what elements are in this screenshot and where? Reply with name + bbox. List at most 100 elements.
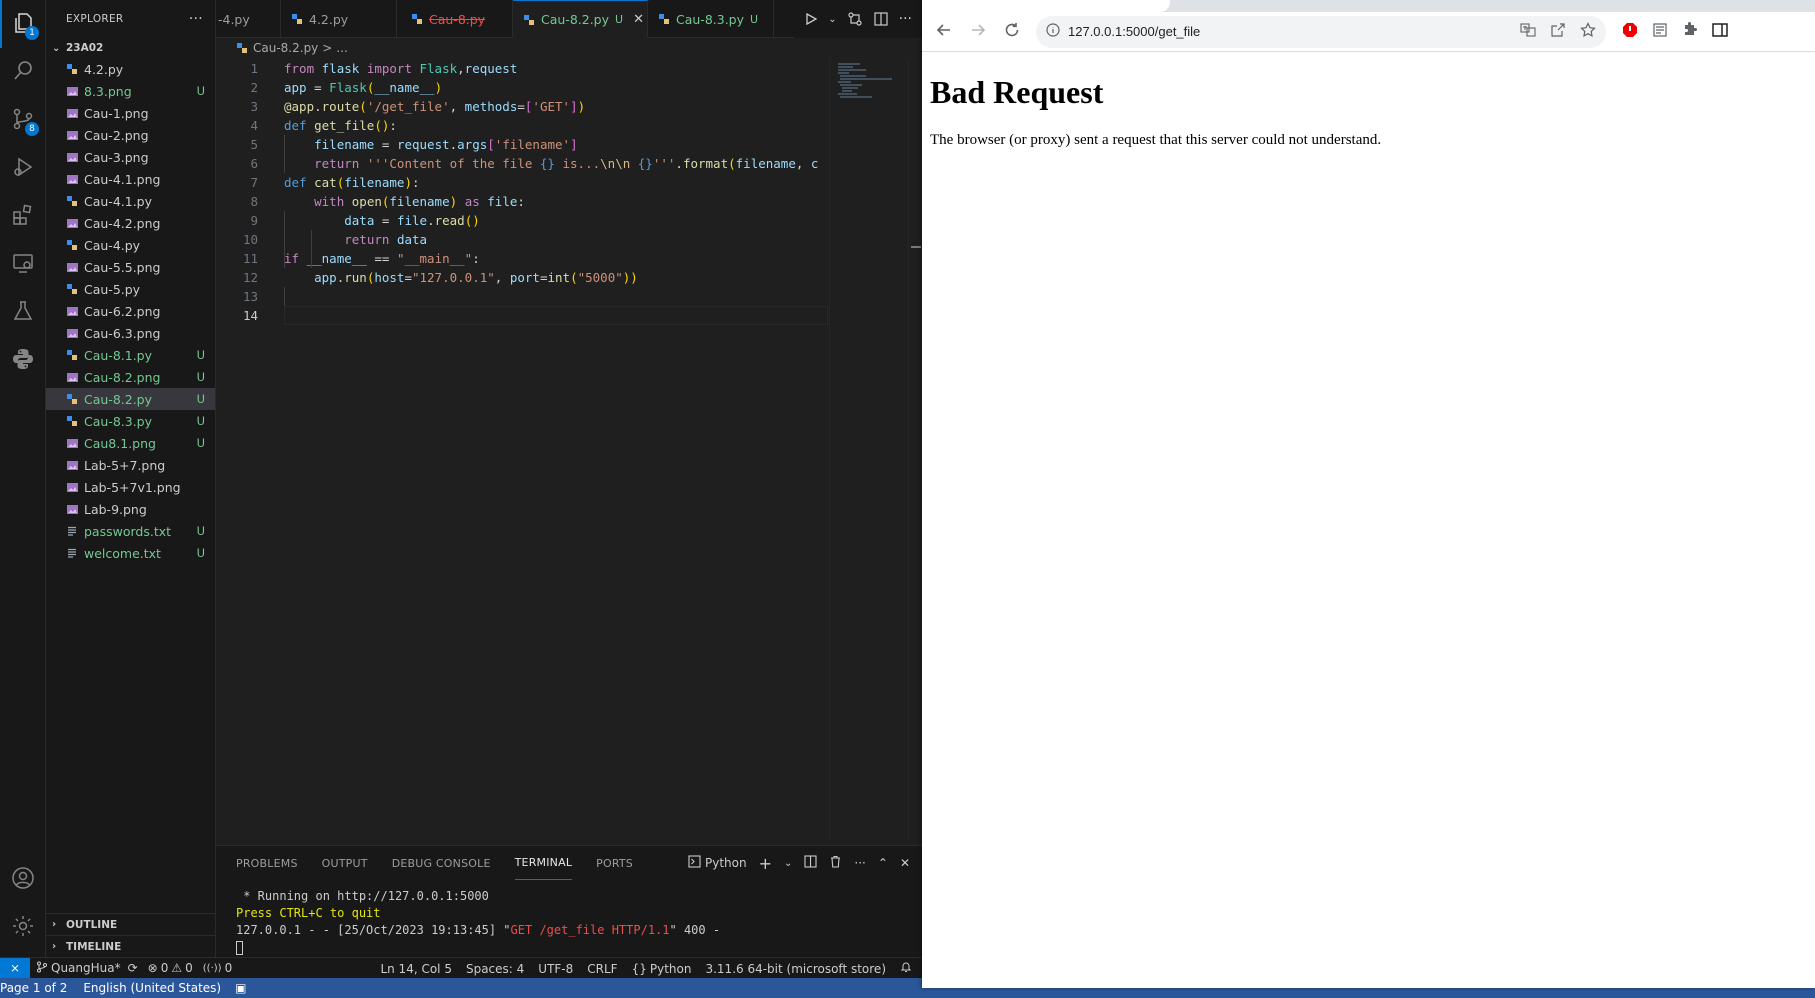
explorer-more-button[interactable]: ··· — [189, 11, 203, 27]
file-item[interactable]: Cau8.1.png U — [46, 432, 215, 454]
adblock-extension-icon[interactable] — [1622, 22, 1638, 41]
panel-tab-output[interactable]: OUTPUT — [322, 846, 368, 880]
file-item[interactable]: 8.3.png U — [46, 80, 215, 102]
encoding[interactable]: UTF-8 — [538, 962, 573, 976]
ports-item[interactable]: ((·)) 0 — [203, 961, 232, 975]
file-item[interactable]: Cau-5.py — [46, 278, 215, 300]
proofing-language[interactable]: English (United States) — [83, 981, 221, 995]
reader-extension-icon[interactable] — [1652, 22, 1668, 41]
close-icon[interactable]: ✕ — [633, 12, 644, 27]
remote-indicator[interactable]: ⨯ — [0, 957, 30, 978]
tab-cau-8-3py[interactable]: Cau-8.3.py U — [648, 0, 774, 38]
cursor-position[interactable]: Ln 14, Col 5 — [380, 962, 452, 976]
workspace-folder[interactable]: ⌄ 23A02 — [46, 38, 215, 58]
file-item[interactable]: Cau-3.png — [46, 146, 215, 168]
compare-changes-icon[interactable] — [847, 11, 863, 27]
tab-cau-8-2py[interactable]: Cau-8.2.py U ✕ — [513, 0, 648, 38]
file-name: Cau-4.py — [84, 237, 141, 253]
chevron-down-icon[interactable]: ⌄ — [828, 14, 836, 25]
file-item[interactable]: Cau-4.py — [46, 234, 215, 256]
breadcrumb-tail[interactable]: ... — [336, 41, 347, 55]
bell-icon[interactable] — [900, 961, 912, 976]
sync-icon[interactable]: ⟳ — [128, 961, 138, 975]
tab-4-2py[interactable]: 4.2.py — [281, 0, 397, 38]
chevron-down-icon[interactable]: ⌄ — [784, 858, 792, 869]
browser-active-tab[interactable] — [922, 0, 1170, 12]
puzzle-icon[interactable] — [1682, 22, 1698, 41]
testing-activity-button[interactable] — [0, 288, 46, 336]
source-control-activity-button[interactable]: 8 — [0, 96, 46, 144]
search-activity-button[interactable] — [0, 48, 46, 96]
translate-icon[interactable] — [1520, 22, 1536, 41]
file-item[interactable]: Lab-9.png — [46, 498, 215, 520]
branch-item[interactable]: QuangHua* ⟳ — [36, 961, 138, 976]
tab-cau-8py[interactable]: Cau-8.py — [397, 0, 513, 38]
chevron-up-icon[interactable]: ⌃ — [878, 856, 888, 870]
panel-tab-problems[interactable]: PROBLEMS — [236, 846, 298, 880]
file-item[interactable]: 4.2.py — [46, 58, 215, 80]
file-item[interactable]: Cau-1.png — [46, 102, 215, 124]
split-editor-icon[interactable] — [873, 11, 889, 27]
editor-scrollbar[interactable] — [908, 59, 922, 839]
forward-button[interactable] — [962, 16, 994, 48]
file-item[interactable]: Cau-5.5.png — [46, 256, 215, 278]
new-terminal-icon[interactable]: + — [759, 854, 772, 873]
accessibility-icon[interactable]: ▣ — [235, 981, 246, 995]
split-terminal-icon[interactable] — [804, 855, 817, 871]
text-file-icon — [64, 523, 80, 539]
file-item[interactable]: Cau-2.png — [46, 124, 215, 146]
file-item[interactable]: welcome.txt U — [46, 542, 215, 564]
accounts-activity-button[interactable] — [0, 855, 46, 903]
code-editor[interactable]: 1 from flask import Flask,request 2 app = F… — [216, 59, 828, 839]
file-item[interactable]: Cau-8.2.py U — [46, 388, 215, 410]
bookmark-star-icon[interactable] — [1580, 22, 1596, 41]
more-actions-icon[interactable]: ··· — [854, 856, 865, 870]
reload-button[interactable] — [996, 16, 1028, 48]
close-icon[interactable]: ✕ — [900, 856, 910, 870]
address-bar[interactable]: 127.0.0.1:5000/get_file — [1036, 15, 1606, 48]
back-button[interactable] — [928, 16, 960, 48]
file-item[interactable]: Lab-5+7.png — [46, 454, 215, 476]
indentation[interactable]: Spaces: 4 — [466, 962, 524, 976]
file-item[interactable]: Cau-6.2.png — [46, 300, 215, 322]
remote-explorer-activity-button[interactable] — [0, 240, 46, 288]
site-info-icon[interactable] — [1046, 23, 1060, 40]
terminal-instance[interactable]: Python — [688, 855, 747, 871]
file-item[interactable]: passwords.txt U — [46, 520, 215, 542]
file-item[interactable]: Cau-6.3.png — [46, 322, 215, 344]
file-item[interactable]: Cau-4.1.py — [46, 190, 215, 212]
manage-activity-button[interactable] — [0, 903, 46, 951]
more-actions-icon[interactable]: ··· — [899, 11, 912, 27]
run-debug-activity-button[interactable] — [0, 144, 46, 192]
file-item[interactable]: Cau-8.1.py U — [46, 344, 215, 366]
extensions-activity-button[interactable] — [0, 192, 46, 240]
run-icon[interactable] — [804, 12, 818, 26]
language-mode[interactable]: {} Python — [632, 962, 692, 976]
page-count[interactable]: Page 1 of 2 — [0, 981, 67, 995]
breadcrumb-file[interactable]: Cau-8.2.py — [253, 41, 318, 55]
side-panel-icon[interactable] — [1712, 22, 1728, 41]
file-item[interactable]: Cau-8.3.py U — [46, 410, 215, 432]
panel-tab-terminal[interactable]: TERMINAL — [514, 846, 573, 880]
url-text[interactable]: 127.0.0.1:5000/get_file — [1068, 24, 1200, 39]
explorer-activity-button[interactable]: 1 — [0, 0, 46, 48]
panel-tab-debug-console[interactable]: DEBUG CONSOLE — [392, 846, 491, 880]
share-icon[interactable] — [1550, 22, 1566, 41]
outline-section[interactable]: › OUTLINE — [46, 913, 216, 935]
python-activity-button[interactable] — [0, 336, 46, 384]
tab-4py[interactable]: -4.py — [216, 0, 281, 38]
end-of-line[interactable]: CRLF — [587, 962, 617, 976]
file-item[interactable]: Cau-8.2.png U — [46, 366, 215, 388]
terminal-output[interactable]: * Running on http://127.0.0.1:5000 Press… — [216, 880, 922, 956]
problems-item[interactable]: ⊗ 0 ⚠ 0 — [148, 961, 193, 975]
file-item[interactable]: Cau-4.1.png — [46, 168, 215, 190]
timeline-section[interactable]: › TIMELINE — [46, 935, 216, 957]
file-name: 4.2.py — [84, 61, 124, 77]
panel-tab-ports[interactable]: PORTS — [596, 846, 633, 880]
trash-icon[interactable] — [829, 855, 842, 871]
file-item[interactable]: Cau-4.2.png — [46, 212, 215, 234]
python-interpreter[interactable]: 3.11.6 64-bit (microsoft store) — [705, 962, 886, 976]
indent-guide — [284, 135, 285, 173]
file-item[interactable]: Lab-5+7v1.png — [46, 476, 215, 498]
minimap[interactable] — [829, 59, 904, 839]
